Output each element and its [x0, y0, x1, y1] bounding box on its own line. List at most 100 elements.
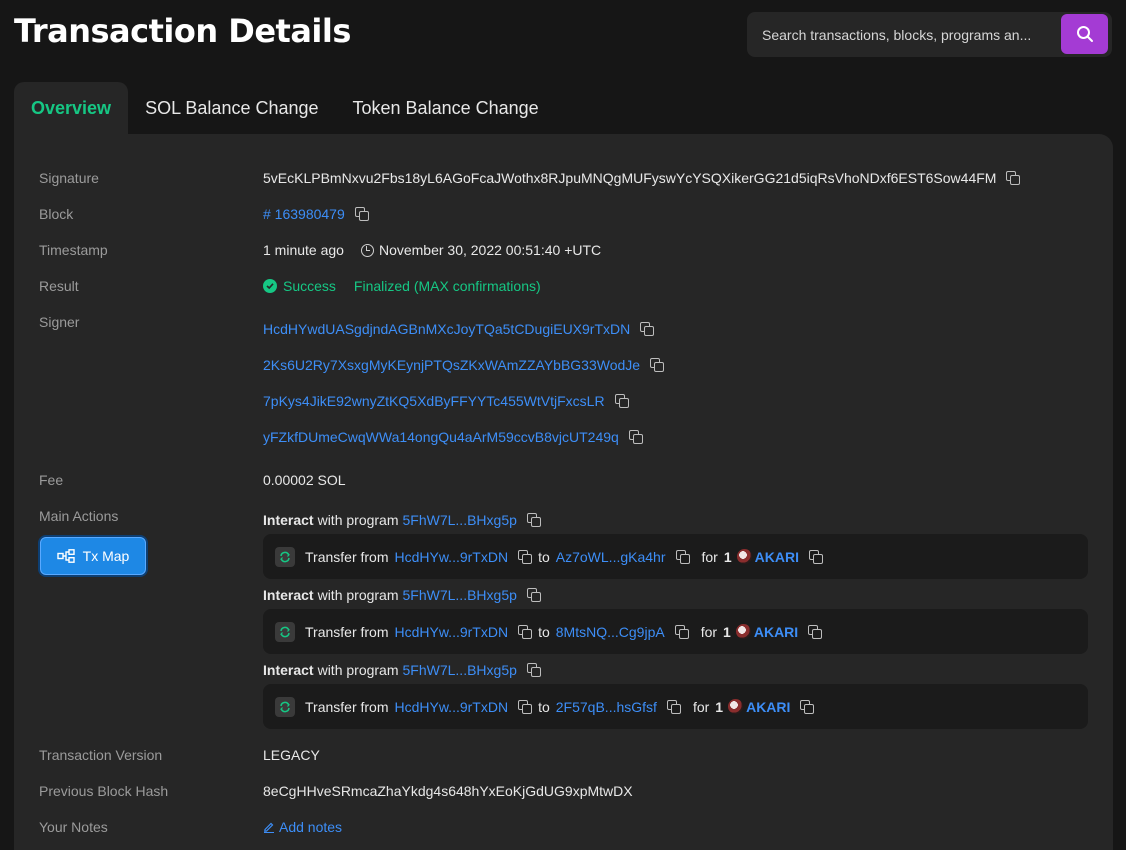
program-link[interactable]: 5FhW7L...BHxg5p [403, 587, 517, 603]
tab-overview[interactable]: Overview [14, 82, 129, 134]
transfer-icon [275, 546, 295, 567]
program-link[interactable]: 5FhW7L...BHxg5p [403, 662, 517, 678]
copy-icon[interactable] [808, 549, 823, 564]
interact-label: Interact [263, 512, 314, 528]
signature-label: Signature [39, 170, 99, 186]
token-avatar [728, 699, 744, 714]
with-program-label: with program [317, 512, 399, 528]
tx-version-label: Transaction Version [39, 747, 163, 763]
signer-link[interactable]: yFZkfDUmeCwqWWa14ongQu4aArM59ccvB8vjcUT2… [263, 429, 619, 445]
signer-link[interactable]: 7pKys4JikE92wnyZtKQ5XdByFFYYTc455WtVtjFx… [263, 393, 605, 409]
transfer-action: Transfer from HcdHYw...9rTxDN to 8MtsNQ.… [263, 609, 1088, 654]
from-link[interactable]: HcdHYw...9rTxDN [395, 624, 509, 640]
fee-label: Fee [39, 472, 64, 488]
to-link[interactable]: 2F57qB...hsGfsf [556, 699, 657, 715]
search-input[interactable] [747, 12, 1057, 57]
transfer-from-label: Transfer from [305, 548, 389, 565]
copy-icon[interactable] [518, 624, 533, 639]
copy-icon[interactable] [808, 624, 823, 639]
token-avatar [736, 549, 752, 564]
signature-value: 5vEcKLPBmNxvu2Fbs18yL6AGoFcaJWothx8RJpuM… [263, 170, 997, 186]
tab-sol-balance-change[interactable]: SOL Balance Change [128, 82, 335, 134]
to-label: to [538, 623, 550, 640]
copy-icon[interactable] [526, 663, 541, 677]
add-notes-label: Add notes [279, 819, 343, 835]
timestamp-relative: 1 minute ago [263, 242, 344, 258]
interact-label: Interact [263, 662, 314, 678]
copy-icon[interactable] [526, 513, 541, 527]
copy-icon[interactable] [1006, 171, 1021, 185]
copy-icon[interactable] [666, 699, 681, 714]
block-label: Block [39, 206, 74, 222]
copy-icon[interactable] [640, 322, 655, 336]
to-link[interactable]: Az7oWL...gKa4hr [556, 549, 666, 565]
token-link[interactable]: AKARI [754, 624, 798, 640]
tx-map-button[interactable]: Tx Map [40, 537, 146, 575]
to-label: to [538, 698, 550, 715]
timestamp-row: 1 minute ago November 30, 2022 00:51:40 … [263, 242, 601, 258]
tab-token-balance-change[interactable]: Token Balance Change [336, 82, 556, 134]
copy-icon[interactable] [526, 588, 541, 602]
search-button[interactable] [1061, 14, 1108, 54]
page-title: Transaction Details [14, 12, 351, 50]
program-link[interactable]: 5FhW7L...BHxg5p [403, 512, 517, 528]
with-program-label: with program [317, 587, 399, 603]
add-notes-link[interactable]: Add notes [263, 819, 342, 835]
signer-row: 7pKys4JikE92wnyZtKQ5XdByFFYYTc455WtVtjFx… [263, 393, 629, 409]
to-link[interactable]: 8MtsNQ...Cg9jpA [556, 624, 665, 640]
transfer-icon [275, 696, 295, 717]
signature-row: 5vEcKLPBmNxvu2Fbs18yL6AGoFcaJWothx8RJpuM… [263, 170, 1021, 186]
amount: 1 [723, 623, 731, 640]
interact-row: Interact with program 5FhW7L...BHxg5p [263, 512, 541, 528]
prev-block-hash-label: Previous Block Hash [39, 783, 169, 799]
signer-label: Signer [39, 314, 80, 330]
tx-version-value: LEGACY [263, 747, 320, 763]
check-circle-icon [263, 279, 277, 293]
copy-icon[interactable] [628, 430, 643, 444]
amount: 1 [723, 548, 732, 565]
copy-icon[interactable] [518, 549, 533, 564]
main-actions-label: Main Actions [39, 508, 119, 524]
amount: 1 [715, 698, 724, 715]
overview-panel: Signature 5vEcKLPBmNxvu2Fbs18yL6AGoFcaJW… [14, 134, 1113, 850]
from-link[interactable]: HcdHYw...9rTxDN [395, 549, 509, 565]
token-link[interactable]: AKARI [746, 699, 790, 715]
signer-link[interactable]: HcdHYwdUASgdjndAGBnMXcJoyTQa5tCDugiEUX9r… [263, 321, 630, 337]
copy-icon[interactable] [675, 549, 690, 564]
to-label: to [538, 548, 550, 565]
prev-block-hash-value: 8eCgHHveSRmcaZhaYkdg4s648hYxEoKjGdUG9xpM… [263, 783, 633, 799]
copy-icon[interactable] [614, 394, 629, 408]
copy-icon[interactable] [354, 207, 369, 221]
token-link[interactable]: AKARI [755, 549, 799, 565]
for-label: for [701, 548, 718, 565]
copy-icon[interactable] [674, 624, 689, 639]
signer-link[interactable]: 2Ks6U2Ry7XsxgMyKEynjPTQsZKxWAmZZAYbBG33W… [263, 357, 640, 373]
transfer-action: Transfer from HcdHYw...9rTxDN to 2F57qB.… [263, 684, 1088, 729]
tx-map-label: Tx Map [82, 548, 130, 564]
transfer-from-label: Transfer from [305, 698, 389, 715]
signer-row: yFZkfDUmeCwqWWa14ongQu4aArM59ccvB8vjcUT2… [263, 429, 643, 445]
result-status: Success [263, 278, 336, 294]
with-program-label: with program [317, 662, 399, 678]
fee-value: 0.00002 SOL [263, 472, 346, 488]
copy-icon[interactable] [518, 699, 533, 714]
copy-icon[interactable] [800, 699, 815, 714]
your-notes-label: Your Notes [39, 819, 108, 835]
result-label: Result [39, 278, 79, 294]
signer-row: HcdHYwdUASgdjndAGBnMXcJoyTQa5tCDugiEUX9r… [263, 321, 655, 337]
interact-label: Interact [263, 587, 314, 603]
transfer-icon [275, 621, 295, 642]
interact-row: Interact with program 5FhW7L...BHxg5p [263, 587, 541, 603]
copy-icon[interactable] [650, 358, 665, 372]
for-label: for [692, 698, 710, 715]
block-row: # 163980479 [263, 206, 369, 222]
edit-icon [264, 822, 274, 833]
from-link[interactable]: HcdHYw...9rTxDN [395, 699, 509, 715]
tab-bar: Overview SOL Balance Change Token Balanc… [14, 82, 556, 134]
timestamp-absolute: November 30, 2022 00:51:40 +UTC [378, 242, 602, 258]
token-avatar [735, 624, 751, 639]
timestamp-label: Timestamp [39, 242, 108, 258]
signer-row: 2Ks6U2Ry7XsxgMyKEynjPTQsZKxWAmZZAYbBG33W… [263, 357, 665, 373]
result-row: Success Finalized (MAX confirmations) [263, 278, 541, 294]
block-link[interactable]: # 163980479 [263, 206, 345, 222]
